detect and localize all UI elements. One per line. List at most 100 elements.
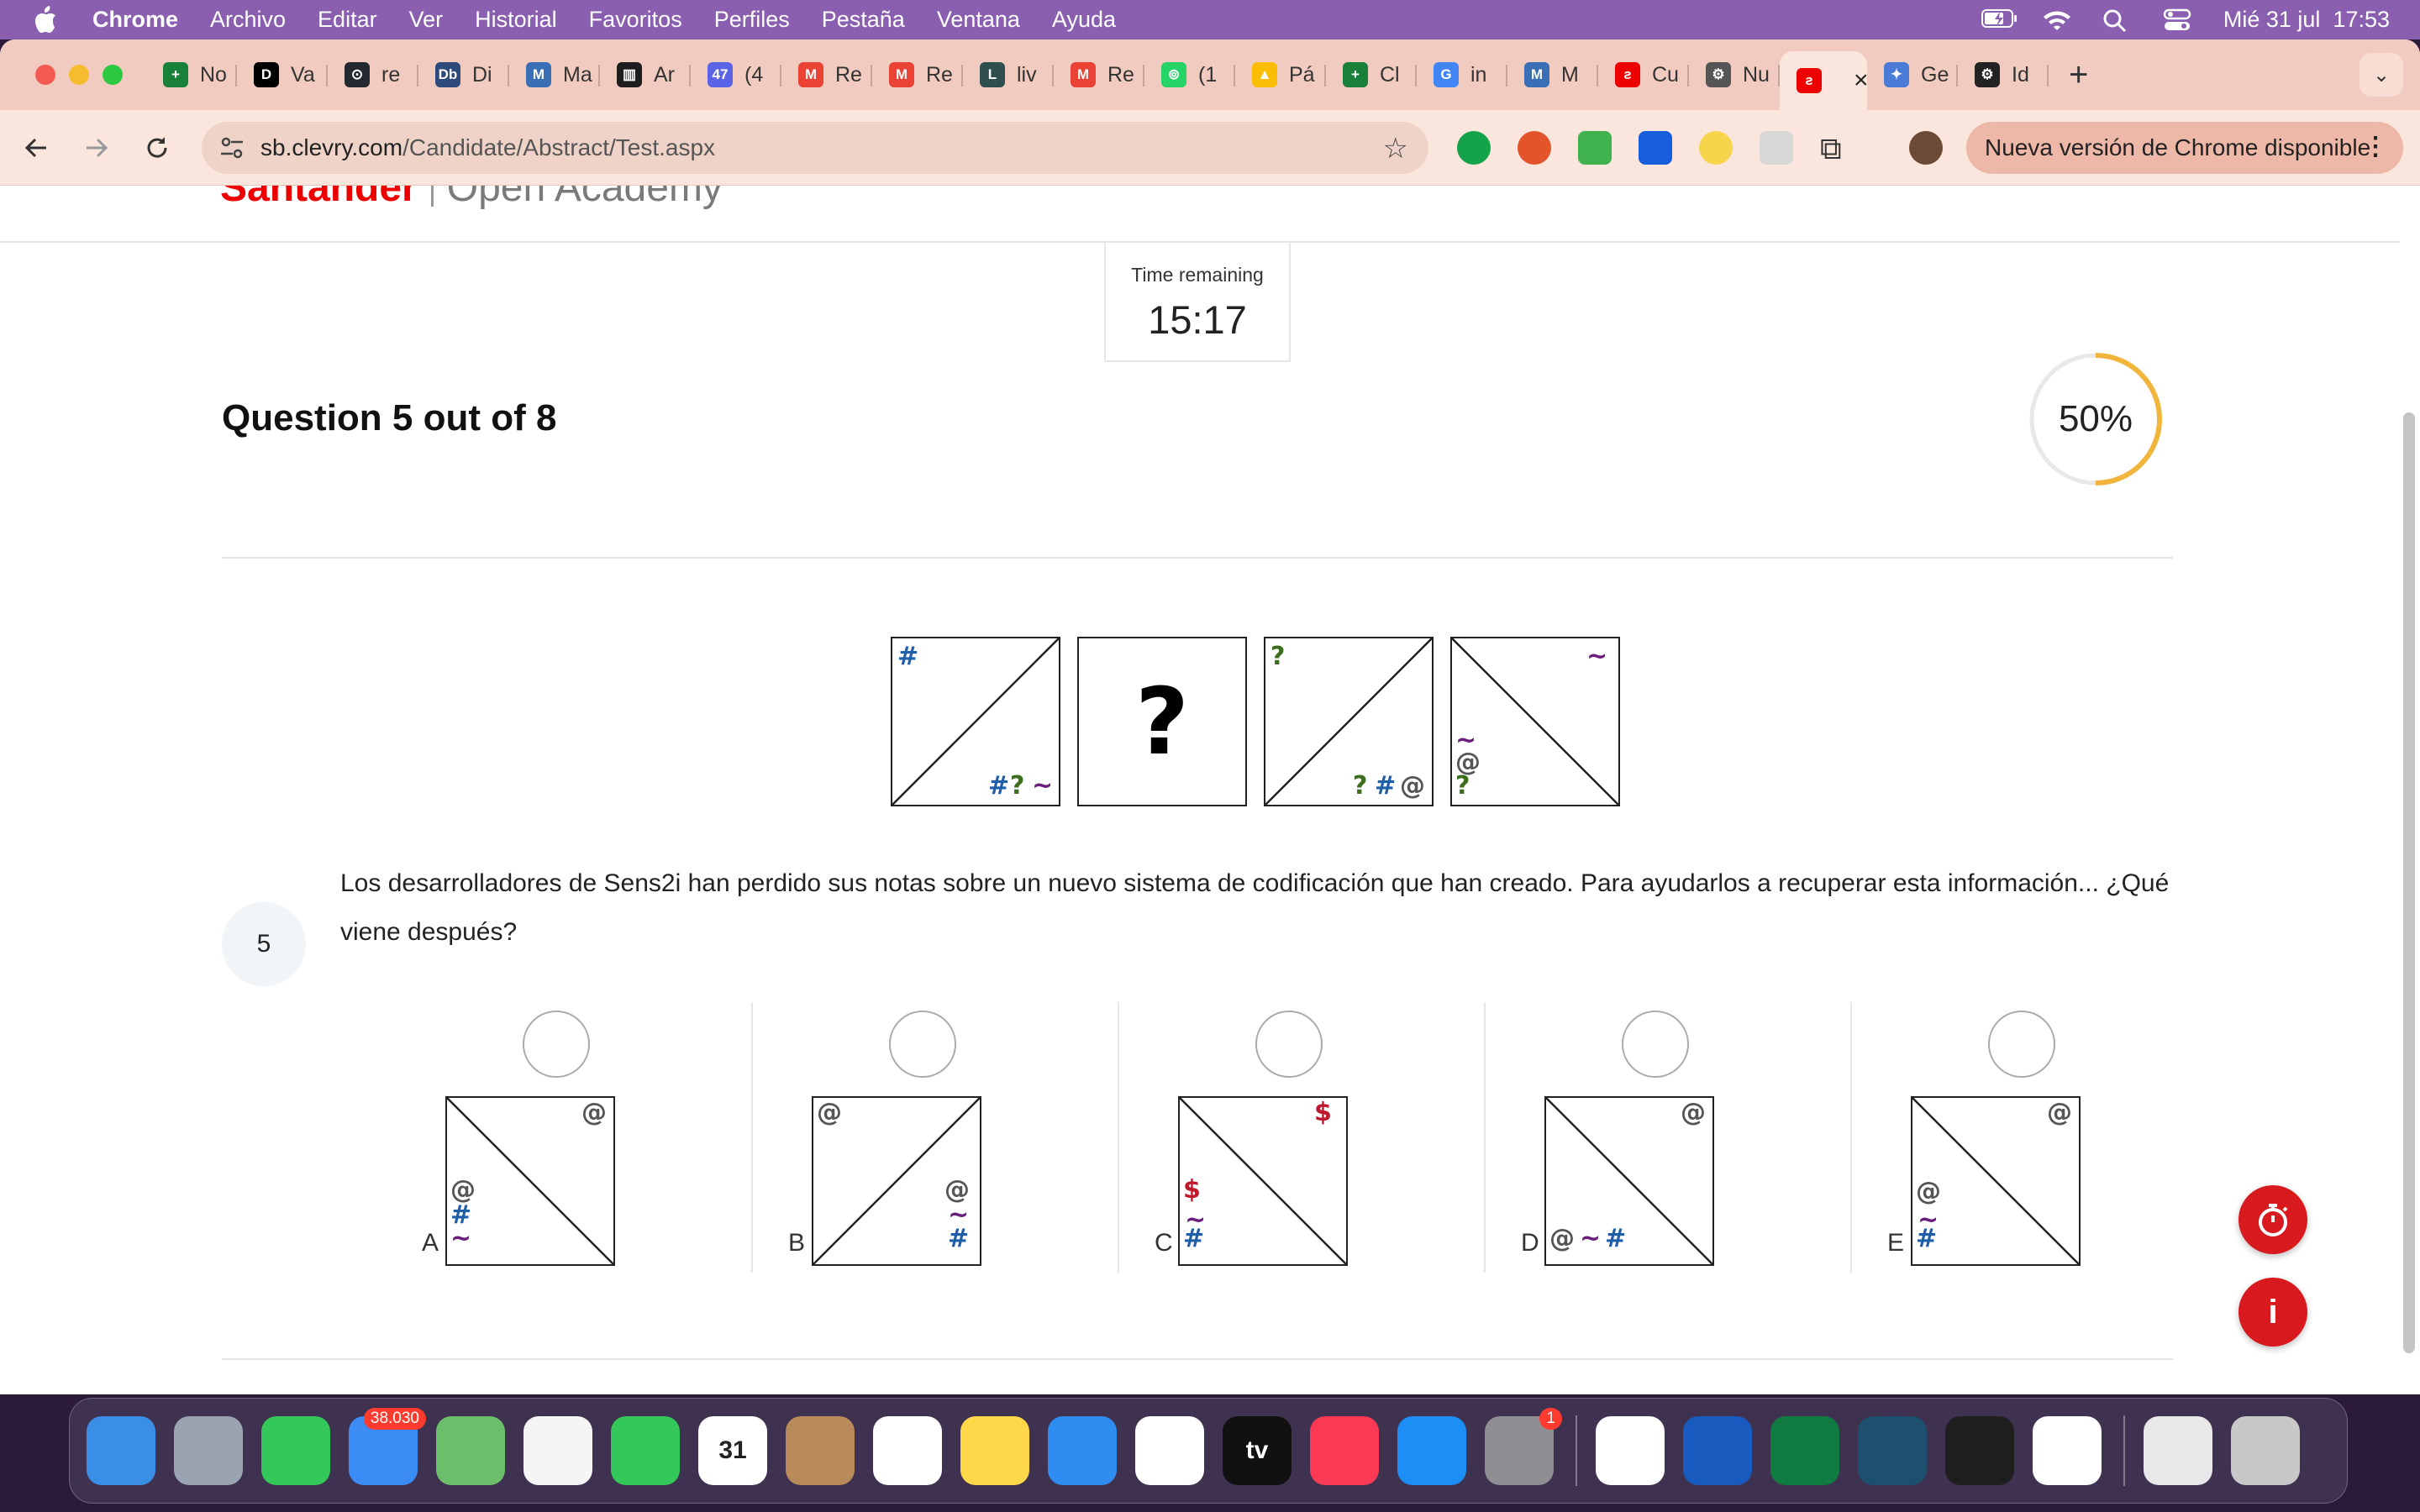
menu-pestana[interactable]: Pestaña [822,7,905,33]
menu-historial[interactable]: Historial [475,7,557,33]
dock-word-icon[interactable] [1683,1416,1752,1485]
close-tab-icon[interactable]: × [1854,66,1867,95]
dock-music-icon[interactable] [1310,1416,1379,1485]
option-pattern-box[interactable]: @ @ ~ # [1911,1096,2081,1266]
browser-tab[interactable]: M Re [1054,51,1144,98]
browser-tab[interactable]: ƨ Cu [1598,51,1689,98]
stopwatch-icon[interactable] [2238,1185,2307,1254]
answer-option-b[interactable]: B @ @ ~ # [753,1002,1119,1273]
menu-editar[interactable]: Editar [318,7,377,33]
option-radio-b[interactable] [889,1011,956,1078]
back-arrow-icon[interactable] [15,127,57,169]
bitwarden-extension-icon[interactable] [1639,131,1672,165]
grammarly-extension-icon[interactable] [1457,131,1491,165]
dock-trash-icon[interactable] [2231,1416,2300,1485]
chrome-update-button[interactable]: Nueva versión de Chrome disponible ⋮ [1966,122,2403,174]
extensions-puzzle-icon[interactable]: ⧉ [1820,131,1854,165]
minimize-window-button[interactable] [69,65,89,85]
dock-vs-code-icon[interactable] [2033,1416,2102,1485]
browser-tab[interactable]: D Va [237,51,328,98]
profile-avatar[interactable] [1909,131,1943,165]
tab-search-chevron-icon[interactable]: ⌄ [2360,53,2403,97]
option-pattern-box[interactable]: $ $ ~ # [1178,1096,1348,1266]
browser-tab[interactable]: + Cl [1326,51,1417,98]
option-radio-d[interactable] [1622,1011,1689,1078]
answer-option-e[interactable]: E @ @ ~ # [1852,1002,2218,1273]
option-radio-e[interactable] [1988,1011,2055,1078]
spotlight-search-icon[interactable] [2102,8,2134,32]
dock-photos-icon[interactable] [523,1416,592,1485]
dock-calendar-icon[interactable]: 31 [698,1416,767,1485]
address-bar[interactable]: sb.clevry.com/Candidate/Abstract/Test.as… [202,122,1428,174]
dock-notes-icon[interactable] [960,1416,1029,1485]
lightbulb-extension-icon[interactable] [1699,131,1733,165]
dock-excel-icon[interactable] [1770,1416,1839,1485]
browser-tab[interactable]: ⊚ (1 [1144,51,1235,98]
answer-option-c[interactable]: C $ $ ~ # [1119,1002,1486,1273]
browser-tab[interactable]: M Ma [509,51,600,98]
browser-tab[interactable]: ▲ Pá [1235,51,1326,98]
reload-icon[interactable] [136,127,178,169]
answer-option-a[interactable]: A @ @ # ~ [387,1002,753,1273]
dock-maps-icon[interactable] [436,1416,505,1485]
answer-option-d[interactable]: D @ @ ~ # [1486,1002,1852,1273]
wifi-icon[interactable] [2042,8,2074,32]
more-menu-icon[interactable]: ⋮ [2363,132,2388,161]
option-pattern-box[interactable]: @ @ ~ # [1544,1096,1714,1266]
menu-archivo[interactable]: Archivo [210,7,286,33]
browser-tab[interactable]: ⚙ Id [1958,51,2049,98]
control-center-icon[interactable] [2163,8,2195,32]
extension-s-icon[interactable] [1518,131,1551,165]
option-pattern-box[interactable]: @ @ # ~ [445,1096,615,1266]
url-text[interactable]: sb.clevry.com/Candidate/Abstract/Test.as… [260,134,715,161]
browser-tab[interactable]: 47 (4 [691,51,781,98]
info-icon[interactable]: i [2238,1278,2307,1347]
new-tab-plus-icon[interactable]: + [2069,56,2088,94]
dock-messages-icon[interactable] [261,1416,330,1485]
dock-document-icon[interactable] [2144,1416,2212,1485]
menu-favoritos[interactable]: Favoritos [589,7,682,33]
browser-tab[interactable]: M Re [781,51,872,98]
menu-ver[interactable]: Ver [409,7,444,33]
option-radio-c[interactable] [1255,1011,1323,1078]
browser-tab[interactable]: ✦ Ge [1867,51,1958,98]
close-window-button[interactable] [35,65,55,85]
bookmark-star-icon[interactable]: ☆ [1383,132,1408,165]
dock-launchpad-icon[interactable] [174,1416,243,1485]
browser-tab[interactable]: Db Di [418,51,509,98]
dock-system-settings-icon[interactable]: 1 [1485,1408,1562,1485]
dock-mysql-workbench-icon[interactable] [1858,1416,1927,1485]
dock-reminders-icon[interactable] [873,1416,942,1485]
browser-tab[interactable]: M Re [872,51,963,98]
apple-menu-icon[interactable] [30,5,60,35]
tab-active[interactable]: ƨ × [1780,51,1867,110]
browser-tab[interactable]: Lliv [963,51,1054,98]
menu-ayuda[interactable]: Ayuda [1052,7,1116,33]
shield-extension-icon[interactable] [1578,131,1612,165]
dock-tv-icon[interactable]: tv [1223,1416,1292,1485]
menu-ventana[interactable]: Ventana [937,7,1020,33]
dock-freeform-icon[interactable] [1135,1416,1204,1485]
dock-mail-icon[interactable]: 38.030 [349,1408,426,1485]
browser-tab[interactable]: MM [1507,51,1598,98]
dock-app-store-icon[interactable] [1397,1416,1466,1485]
dock-finder-icon[interactable] [87,1416,155,1485]
dock-chrome-icon[interactable] [1596,1416,1665,1485]
browser-tab[interactable]: + No [146,51,237,98]
menu-app-name[interactable]: Chrome [92,7,178,33]
react-devtools-icon[interactable] [1760,131,1793,165]
dock-safari-icon[interactable] [1048,1416,1117,1485]
battery-icon[interactable] [1981,8,2017,32]
option-radio-a[interactable] [523,1011,590,1078]
menu-datetime[interactable]: Mié 31 jul 17:53 [2223,7,2390,33]
dock-contacts-icon[interactable] [786,1416,855,1485]
dock-terminal-icon[interactable] [1945,1416,2014,1485]
browser-tab[interactable]: ⊙ re [328,51,418,98]
zoom-window-button[interactable] [103,65,123,85]
forward-arrow-icon[interactable] [76,127,118,169]
browser-tab[interactable]: ⚙ Nu [1689,51,1780,98]
site-info-icon[interactable] [213,129,250,166]
menu-perfiles[interactable]: Perfiles [714,7,790,33]
dock-facetime-icon[interactable] [611,1416,680,1485]
browser-tab[interactable]: Gin [1417,51,1507,98]
